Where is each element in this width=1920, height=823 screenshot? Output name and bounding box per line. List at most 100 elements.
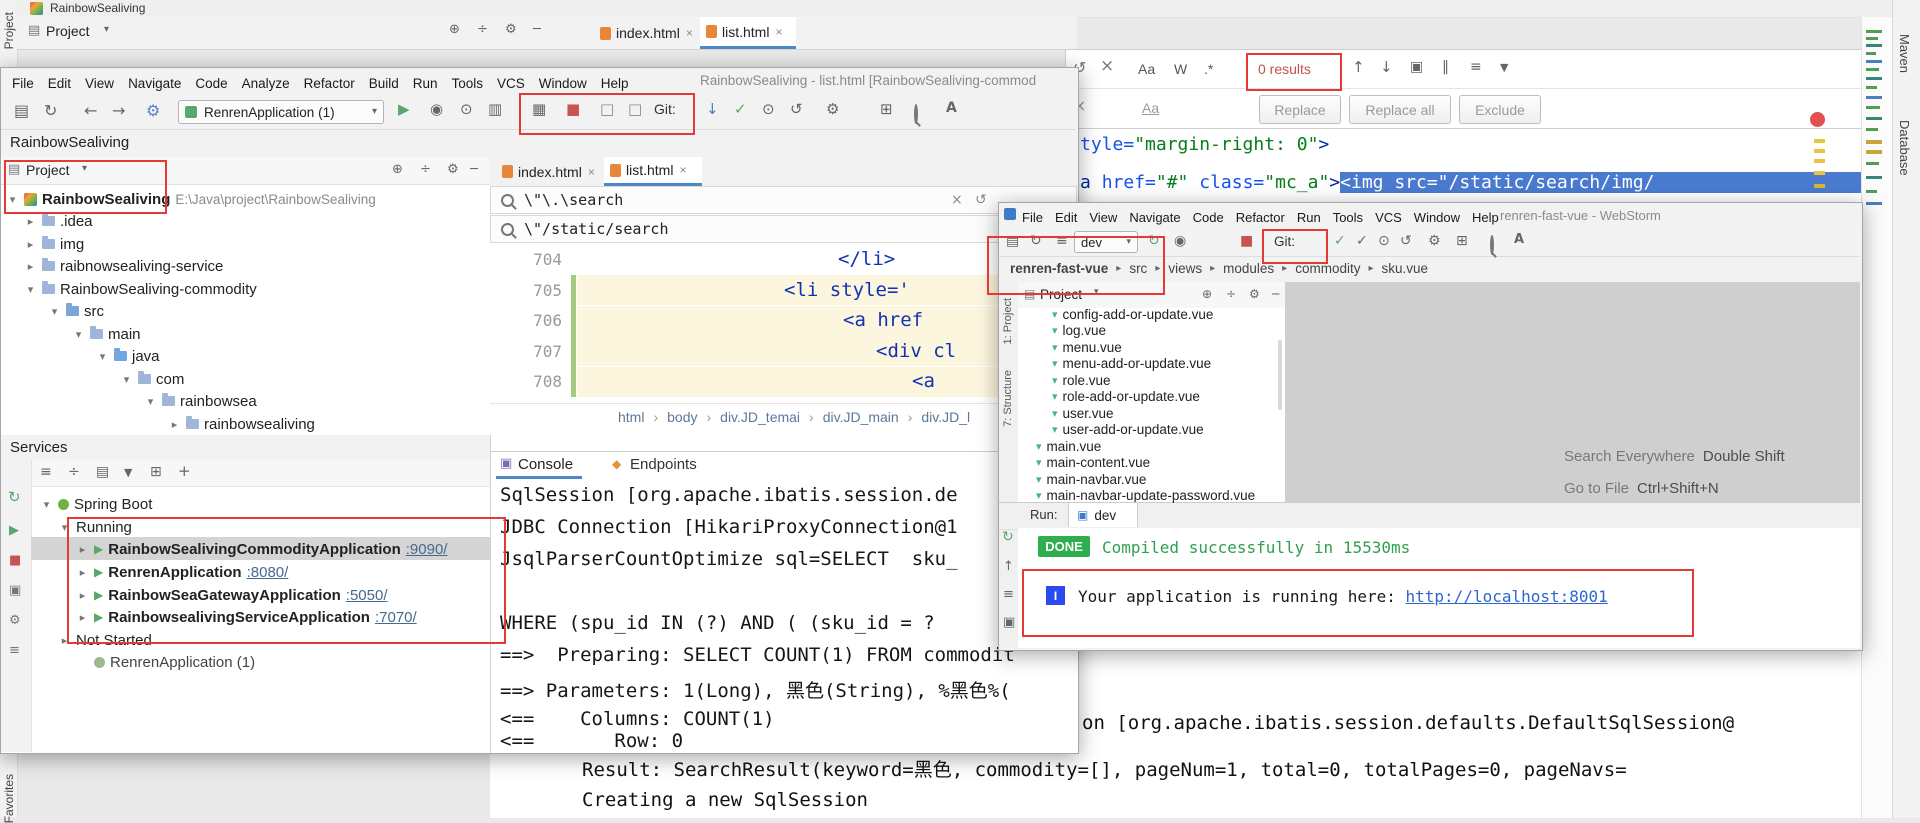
close-icon[interactable]: ×: [775, 25, 782, 39]
tab-console[interactable]: Console: [518, 456, 573, 473]
select-all-icon[interactable]: ▣: [1410, 60, 1423, 74]
service-app-row[interactable]: ▸ ▶ RainbowSealivingCommodityApplication…: [76, 538, 448, 560]
menu-help[interactable]: Help: [601, 76, 629, 91]
menu-help[interactable]: Help: [1472, 210, 1499, 225]
menu-vcs[interactable]: VCS: [1375, 210, 1402, 225]
gear-icon[interactable]: ⚙: [1249, 288, 1260, 300]
vcs-commit-icon[interactable]: ✓: [1356, 234, 1368, 248]
tree-row[interactable]: ▸ img: [24, 233, 84, 255]
file-row[interactable]: ▾ menu.vue: [1052, 339, 1122, 355]
history-icon[interactable]: ⊙: [1378, 234, 1390, 248]
regex-toggle[interactable]: .*: [1204, 61, 1213, 77]
breadcrumb-item[interactable]: sku.vue: [1382, 261, 1429, 276]
menu-tools[interactable]: Tools: [1333, 210, 1363, 225]
window-icon[interactable]: □: [600, 102, 614, 117]
code-line[interactable]: <a: [912, 370, 935, 392]
debug-icon[interactable]: ◉: [430, 102, 443, 117]
history-icon[interactable]: ⊙: [762, 102, 775, 117]
collapse-all-icon[interactable]: ÷: [1226, 288, 1236, 300]
run-config-select[interactable]: RenrenApplication (1) ▾: [178, 100, 384, 124]
chevron-down-icon[interactable]: ▾: [72, 328, 85, 341]
prev-match-icon[interactable]: ↑: [1352, 60, 1365, 75]
services-row-running[interactable]: ▾ Running: [58, 516, 132, 538]
search-field-row[interactable]: \"/static/search: [490, 215, 1077, 243]
tab-list-html[interactable]: list.html ×: [604, 157, 702, 186]
chevron-right-icon[interactable]: ▸: [76, 611, 89, 624]
options-menu-icon[interactable]: ≡: [1003, 588, 1014, 601]
chevron-down-icon[interactable]: ▾: [40, 498, 53, 511]
tree-row[interactable]: ▾ com: [120, 368, 185, 390]
menu-tools[interactable]: Tools: [452, 76, 484, 91]
tab-index-html[interactable]: index.html ×: [594, 17, 700, 49]
close-icon[interactable]: ×: [951, 193, 963, 207]
filter-icon[interactable]: ▼: [124, 467, 132, 478]
tree-row[interactable]: ▾ src: [48, 300, 104, 322]
file-row[interactable]: ▾ role.vue: [1052, 372, 1111, 388]
menu-vcs[interactable]: VCS: [497, 76, 525, 91]
search-field-row[interactable]: \"\.\search × ↺: [490, 186, 1077, 214]
service-app-row[interactable]: RenrenApplication (1): [94, 651, 255, 673]
locate-icon[interactable]: ⊕: [449, 23, 460, 36]
menu-refactor[interactable]: Refactor: [1236, 210, 1285, 225]
save-icon[interactable]: ▤: [14, 103, 29, 119]
database-tool-tab[interactable]: Database: [1897, 120, 1912, 176]
add-service-icon[interactable]: +: [178, 464, 191, 479]
close-icon[interactable]: ×: [1100, 58, 1114, 75]
terminal-icon[interactable]: ⊞: [1456, 234, 1468, 248]
locate-icon[interactable]: ⊕: [392, 163, 403, 176]
localhost-link[interactable]: http://localhost:8001: [1406, 587, 1608, 606]
win1-project-header[interactable]: Project: [46, 23, 90, 39]
close-icon[interactable]: ×: [588, 165, 595, 179]
menu-view[interactable]: View: [85, 76, 114, 91]
replace-button[interactable]: Replace: [1259, 95, 1341, 124]
tree-row[interactable]: ▸ .idea: [24, 210, 93, 232]
tree-row[interactable]: ▸ raibnowsealiving-service: [24, 255, 224, 277]
chevron-right-icon[interactable]: ▸: [76, 543, 89, 556]
undo-icon[interactable]: ↺: [1400, 234, 1412, 248]
tree-scrollbar[interactable]: [1278, 340, 1282, 410]
gear-icon[interactable]: ⚙: [505, 23, 517, 36]
breadcrumb-item[interactable]: renren-fast-vue: [1010, 261, 1108, 276]
run-tab-dev[interactable]: ▣ dev: [1068, 502, 1138, 527]
coverage-icon[interactable]: ⊙: [460, 102, 473, 117]
back-icon[interactable]: ←: [84, 103, 97, 119]
code-line[interactable]: <a href: [843, 309, 923, 331]
close-icon[interactable]: ×: [686, 26, 693, 40]
layout-icon[interactable]: ▤: [96, 465, 109, 479]
menu-analyze[interactable]: Analyze: [242, 76, 290, 91]
search-input[interactable]: \"/static/search: [524, 220, 669, 238]
run-config-select[interactable]: dev ▾: [1074, 231, 1138, 253]
tab-endpoints[interactable]: Endpoints: [630, 456, 697, 473]
menu-refactor[interactable]: Refactor: [304, 76, 355, 91]
chevron-down-icon[interactable]: ▾: [82, 164, 87, 174]
hide-icon[interactable]: ─: [1272, 288, 1279, 300]
tree-row[interactable]: ▾ java: [96, 345, 160, 367]
menu-edit[interactable]: Edit: [1055, 210, 1077, 225]
service-app-row[interactable]: ▸ ▶ RainbowSeaGatewayApplication :5050/: [76, 584, 388, 606]
match-case-toggle[interactable]: Aa: [1138, 61, 1155, 77]
forward-icon[interactable]: →: [112, 103, 125, 119]
chevron-down-icon[interactable]: ▾: [104, 25, 109, 35]
breadcrumb-item[interactable]: modules: [1223, 261, 1274, 276]
search-icon[interactable]: [1490, 235, 1494, 255]
breadcrumb-item[interactable]: div.JD_temai: [720, 409, 800, 425]
menu-file[interactable]: File: [12, 76, 34, 91]
stop-icon[interactable]: ■: [1240, 234, 1253, 248]
chevron-right-icon[interactable]: ▸: [76, 589, 89, 602]
group-icon[interactable]: ≡: [40, 465, 52, 479]
sync-icon[interactable]: ↻: [44, 103, 57, 119]
collapse-all-icon[interactable]: ÷: [477, 23, 488, 36]
preserve-case-toggle[interactable]: Aa: [1142, 100, 1159, 116]
chevron-down-icon[interactable]: ▾: [120, 373, 133, 386]
menu-edit[interactable]: Edit: [48, 76, 71, 91]
menu-file[interactable]: File: [1022, 210, 1043, 225]
service-app-port[interactable]: :7070/: [375, 609, 417, 626]
chevron-down-icon[interactable]: ▾: [144, 395, 157, 408]
chevron-down-icon[interactable]: ▾: [24, 283, 37, 296]
vcs-update-icon[interactable]: ↓: [706, 102, 719, 117]
file-row[interactable]: ▾ user-add-or-update.vue: [1052, 421, 1204, 437]
gear-icon[interactable]: ⚙: [826, 102, 839, 117]
menu-build[interactable]: Build: [369, 76, 399, 91]
menu-window[interactable]: Window: [539, 76, 587, 91]
collapse-all-icon[interactable]: ÷: [68, 465, 80, 479]
